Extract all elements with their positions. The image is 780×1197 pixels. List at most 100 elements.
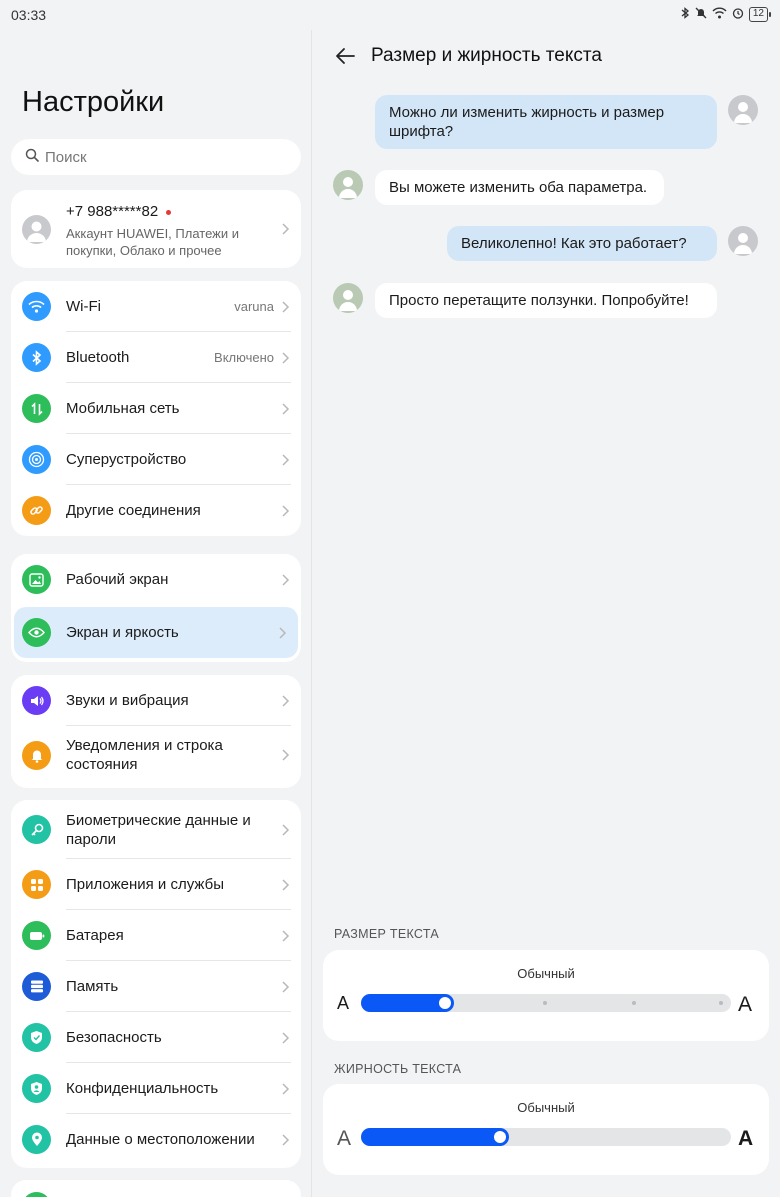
avatar	[333, 170, 363, 200]
chevron-right-icon	[282, 929, 290, 942]
sidebar-item-label: Другие соединения	[66, 502, 201, 519]
sidebar-item-label: Звуки и вибрация	[66, 692, 189, 709]
page-title: Настройки	[22, 86, 165, 118]
sidebar-item-sounds[interactable]: Звуки и вибрация	[11, 675, 301, 726]
text-weight-value: Обычный	[517, 1100, 575, 1115]
shield-icon	[22, 1023, 51, 1052]
chevron-right-icon	[282, 453, 290, 466]
chat-bubble-user: Можно ли изменить жирность и размер шриф…	[375, 95, 717, 149]
sidebar-item-label: Уведомления и строка состояния	[66, 737, 223, 773]
sidebar-item-label: Биометрические данные и пароли	[66, 811, 251, 848]
privacy-icon	[22, 1074, 51, 1103]
sidebar-item-label: Суперустройство	[66, 451, 187, 468]
sidebar-item-superdevice[interactable]: Суперустройство	[11, 434, 301, 485]
bluetooth-status-value: Включено	[214, 350, 274, 365]
sidebar-item-security[interactable]: Безопасность	[11, 1012, 301, 1063]
account-name: +7 988*****82	[66, 203, 172, 220]
sidebar-item-label: Wi-Fi	[66, 298, 101, 315]
partial-icon	[22, 1192, 51, 1197]
text-weight-slider[interactable]	[361, 1128, 731, 1146]
sidebar-item-display-brightness[interactable]: Экран и яркость	[14, 607, 298, 658]
text-weight-card: Обычный A A	[323, 1084, 769, 1175]
sidebar-item-label: Рабочий экран	[66, 571, 169, 588]
chevron-right-icon	[282, 749, 290, 761]
sidebar-item-biometrics[interactable]: Биометрические данные и пароли	[11, 800, 301, 859]
settings-sidebar: Настройки +7 988*****82 Аккаунт HUAWEI, …	[0, 0, 312, 1197]
chevron-right-icon	[282, 223, 290, 235]
sidebar-item-home-screen[interactable]: Рабочий экран	[11, 554, 301, 605]
sidebar-item-label: Батарея	[66, 927, 124, 944]
sidebar-item-label: Конфиденциальность	[66, 1080, 219, 1097]
sidebar-item-apps[interactable]: Приложения и службы	[11, 859, 301, 910]
link-icon	[22, 496, 51, 525]
apps-icon	[22, 870, 51, 899]
sidebar-item-label: Безопасность	[66, 1029, 162, 1046]
storage-icon	[22, 972, 51, 1001]
text-size-card: Обычный A A	[323, 950, 769, 1041]
small-a-label: A	[337, 993, 350, 1013]
home-screen-icon	[22, 565, 51, 594]
chat-bubble-assistant: Вы можете изменить оба параметра.	[375, 170, 664, 205]
sidebar-item-label: Экран и яркость	[66, 624, 179, 641]
chevron-right-icon	[282, 351, 290, 364]
account-card[interactable]: +7 988*****82 Аккаунт HUAWEI, Платежи и …	[11, 190, 301, 268]
sidebar-item-privacy[interactable]: Конфиденциальность	[11, 1063, 301, 1114]
notification-dot	[166, 209, 172, 215]
account-subtitle: Аккаунт HUAWEI, Платежи и покупки, Облак…	[66, 226, 239, 258]
large-a-label: A	[738, 993, 753, 1016]
back-arrow-icon[interactable]	[333, 44, 357, 68]
chevron-right-icon	[282, 504, 290, 517]
sidebar-item-wifi[interactable]: Wi-Fi varuna	[11, 281, 301, 332]
bold-a-label: A	[738, 1127, 754, 1150]
sidebar-item-notifications[interactable]: Уведомления и строка состояния	[11, 726, 301, 784]
sidebar-item-other-connections[interactable]: Другие соединения	[11, 485, 301, 536]
search-bar[interactable]	[11, 139, 301, 175]
battery-icon	[22, 921, 51, 950]
key-icon	[22, 815, 51, 844]
wifi-status-icon	[712, 7, 727, 22]
avatar	[728, 226, 758, 256]
sound-notifications-group: Звуки и вибрация Уведомления и строка со…	[11, 675, 301, 788]
sidebar-item-label: Память	[66, 978, 119, 995]
text-weight-label: ЖИРНОСТЬ ТЕКСТА	[334, 1062, 462, 1076]
slider-tick	[543, 1001, 547, 1005]
sidebar-item-label: Приложения и службы	[66, 876, 224, 893]
chevron-right-icon	[282, 694, 290, 707]
status-icons: 12	[680, 7, 772, 22]
chevron-right-icon	[282, 573, 290, 586]
battery-indicator: 12	[748, 7, 772, 22]
account-row[interactable]: +7 988*****82 Аккаунт HUAWEI, Платежи и …	[11, 190, 301, 268]
slider-tick	[632, 1001, 636, 1005]
search-icon	[25, 148, 39, 167]
pane-divider	[311, 30, 312, 1197]
chevron-right-icon	[282, 300, 290, 313]
chat-bubble-user: Великолепно! Как это работает?	[447, 226, 717, 261]
chevron-right-icon	[282, 1133, 290, 1146]
chevron-right-icon	[279, 626, 287, 639]
sidebar-item-mobile-network[interactable]: Мобильная сеть	[11, 383, 301, 434]
sidebar-item-bluetooth[interactable]: Bluetooth Включено	[11, 332, 301, 383]
sidebar-item-location[interactable]: Данные о местоположении	[11, 1114, 301, 1165]
bluetooth-status-icon	[680, 7, 690, 22]
sound-icon	[22, 686, 51, 715]
text-size-slider[interactable]	[361, 994, 731, 1012]
display-group: Рабочий экран Экран и яркость	[11, 554, 301, 662]
account-number: +7 988*****82	[66, 203, 159, 220]
slider-thumb[interactable]	[439, 997, 451, 1009]
wifi-network-value: varuna	[234, 299, 274, 314]
sidebar-item-battery[interactable]: Батарея	[11, 910, 301, 961]
chevron-right-icon	[282, 878, 290, 891]
chevron-right-icon	[282, 1082, 290, 1095]
sidebar-item-label: Мобильная сеть	[66, 400, 180, 417]
bell-icon	[22, 740, 51, 770]
search-input[interactable]	[45, 148, 275, 166]
sidebar-item-storage[interactable]: Память	[11, 961, 301, 1012]
slider-fill	[361, 1128, 509, 1146]
connections-group: Wi-Fi varuna Bluetooth Включено Мобильна…	[11, 281, 301, 536]
wifi-icon	[22, 292, 51, 321]
location-icon	[22, 1125, 51, 1154]
eye-icon	[22, 618, 51, 647]
avatar	[333, 283, 363, 313]
slider-thumb[interactable]	[494, 1131, 506, 1143]
chat-bubble-assistant: Просто перетащите ползунки. Попробуйте!	[375, 283, 717, 318]
